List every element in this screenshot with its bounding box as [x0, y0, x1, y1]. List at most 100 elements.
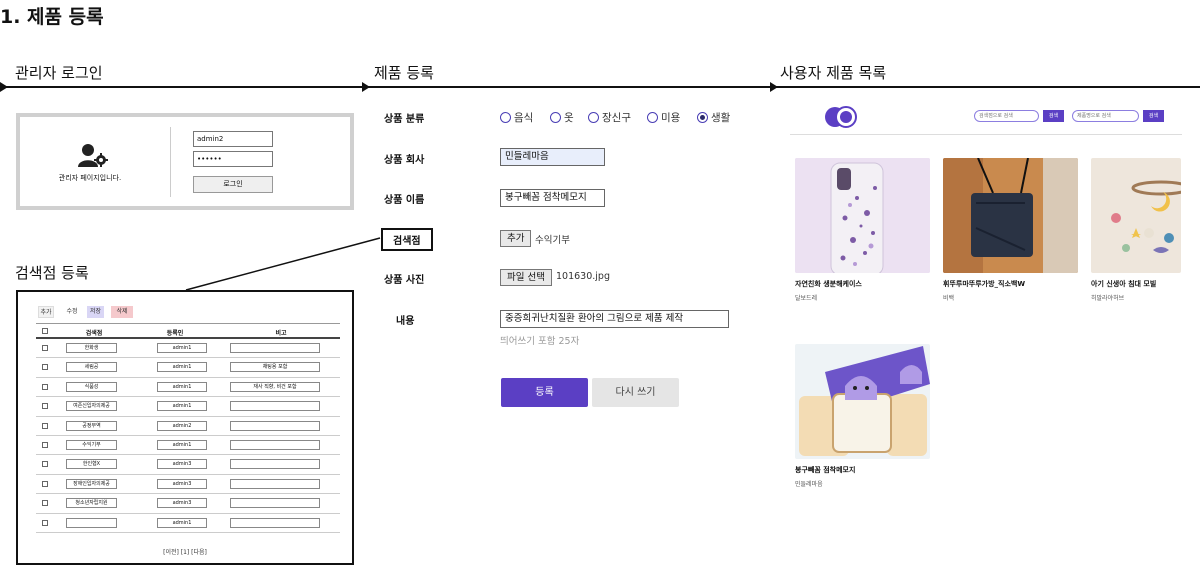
company-input[interactable]: 민들레마음: [500, 148, 605, 166]
admin-password-field[interactable]: ••••••: [193, 151, 273, 167]
label-content: 내용: [396, 316, 415, 327]
table-row: 한화생 admin1: [36, 339, 340, 359]
table-row: 세림공 admin1 채팅용 포함: [36, 358, 340, 378]
row-store-input[interactable]: 한화생: [66, 343, 117, 353]
product-search-button[interactable]: 검색: [1143, 110, 1164, 122]
row-checkbox[interactable]: [42, 364, 48, 371]
row-store-input[interactable]: [66, 517, 117, 528]
product-name-input[interactable]: 봉구빼꼼 점착메모지: [500, 189, 605, 207]
row-registrant-input[interactable]: admin1: [157, 401, 207, 412]
product-search-input[interactable]: 제품명으로 검색: [1072, 110, 1139, 122]
label-name: 상품 이름: [384, 195, 425, 206]
header-divider: [790, 134, 1182, 135]
row-registrant-input[interactable]: admin1: [157, 517, 207, 528]
brand-logo-icon[interactable]: [824, 106, 858, 128]
row-note-input[interactable]: [230, 459, 320, 470]
reset-button[interactable]: 다시 쓰기: [592, 378, 679, 407]
submit-button[interactable]: 등록: [501, 378, 588, 407]
product-name-2[interactable]: 휘뚜루마뚜루가방_직소백W: [943, 279, 1025, 289]
row-registrant-input[interactable]: admin1: [157, 343, 207, 353]
radio-living-label: 생활: [711, 112, 731, 124]
store-search-button[interactable]: 검색: [1043, 110, 1064, 122]
row-registrant-input[interactable]: admin3: [157, 459, 207, 470]
row-store-input[interactable]: 공정무역: [66, 420, 117, 431]
store-register-panel: 추가 수정 저장 삭제 검색점 등록인 비고 한화생 admin1 세림공 admin…: [16, 290, 354, 565]
table-row: 식품성 admin1 재사 직향, 비건 포함: [36, 378, 340, 398]
radio-food-circle[interactable]: [500, 112, 511, 123]
radio-beauty[interactable]: 미용: [647, 110, 680, 125]
row-checkbox[interactable]: [42, 480, 48, 487]
row-store-input[interactable]: 장애인입자의제공: [66, 478, 117, 489]
row-note-input[interactable]: 채팅용 포함: [230, 362, 320, 373]
row-note-input[interactable]: [230, 439, 320, 450]
section-label-user-products: 사용자 제품 목록: [780, 64, 887, 82]
admin-id-field[interactable]: admin2: [193, 131, 273, 147]
radio-living-circle[interactable]: [697, 112, 708, 123]
phone-case-image: [795, 158, 930, 273]
row-registrant-input[interactable]: admin3: [157, 498, 207, 509]
row-checkbox[interactable]: [42, 422, 48, 429]
product-name-1[interactable]: 자연친화 생분해케이스: [795, 279, 862, 289]
store-delete-button[interactable]: 삭제: [111, 306, 133, 318]
radio-clothes[interactable]: 옷: [550, 110, 574, 125]
row-note-input[interactable]: [230, 517, 320, 528]
row-note-input[interactable]: 재사 직향, 비건 포함: [230, 381, 320, 392]
login-button[interactable]: 로그인: [193, 176, 273, 193]
content-input[interactable]: 중증희귀난치질환 환아의 그림으로 제품 제작: [500, 310, 729, 328]
radio-beauty-circle[interactable]: [647, 112, 658, 123]
row-store-input[interactable]: 수익기부: [66, 439, 117, 450]
row-store-input[interactable]: 세림공: [66, 362, 117, 373]
row-store-input[interactable]: 한인협X: [66, 459, 117, 470]
row-note-input[interactable]: [230, 498, 320, 509]
row-note-input[interactable]: [230, 343, 320, 353]
section-label-product-register: 제품 등록: [374, 64, 434, 82]
radio-accessory[interactable]: 장신구: [588, 110, 631, 125]
radio-clothes-label: 옷: [564, 112, 574, 124]
radio-food[interactable]: 음식: [500, 110, 533, 125]
product-name-3[interactable]: 아기 신생아 침대 모빌: [1091, 279, 1156, 289]
store-add-button[interactable]: 추가: [38, 306, 54, 318]
table-row: 장애인입자의제공 admin3: [36, 475, 340, 495]
row-registrant-input[interactable]: admin1: [157, 381, 207, 392]
sticky-memo-image: [795, 344, 930, 459]
label-category: 상품 분류: [384, 114, 425, 125]
product-image-bag[interactable]: [943, 158, 1078, 273]
section-label-store-register: 검색점 등록: [15, 264, 89, 282]
store-add-select-button[interactable]: 추가: [500, 230, 532, 247]
radio-accessory-circle[interactable]: [588, 112, 599, 123]
row-checkbox[interactable]: [42, 441, 48, 448]
product-maker-1: 달보드레: [795, 295, 818, 302]
row-checkbox[interactable]: [42, 519, 48, 526]
radio-clothes-circle[interactable]: [550, 112, 561, 123]
row-registrant-input[interactable]: admin1: [157, 439, 207, 450]
row-registrant-input[interactable]: admin1: [157, 362, 207, 373]
flow-arrow-1: [0, 82, 8, 92]
product-maker-4: 민들레마음: [795, 481, 823, 488]
row-store-input[interactable]: 청소년자립지원: [66, 498, 117, 509]
row-checkbox[interactable]: [42, 500, 48, 507]
product-image-sticky-memo[interactable]: [795, 344, 930, 459]
row-registrant-input[interactable]: admin2: [157, 420, 207, 431]
mobile-image: [1091, 158, 1181, 273]
row-checkbox[interactable]: [42, 403, 48, 410]
product-maker-2: 비백: [943, 295, 955, 302]
store-pagination[interactable]: [이전] [1] [다음]: [18, 547, 352, 556]
select-all-checkbox[interactable]: [42, 328, 48, 334]
row-note-input[interactable]: [230, 401, 320, 412]
row-store-input[interactable]: 식품성: [66, 381, 117, 392]
radio-living[interactable]: 생활: [697, 110, 730, 125]
store-search-input[interactable]: 검색점으로 검색: [974, 110, 1039, 122]
file-select-button[interactable]: 파일 선택: [500, 269, 552, 286]
row-note-input[interactable]: [230, 420, 320, 431]
product-name-4[interactable]: 봉구빼꼼 점착메모지: [795, 465, 855, 475]
store-save-button[interactable]: 저장: [87, 306, 104, 318]
product-image-mobile[interactable]: [1091, 158, 1181, 273]
row-note-input[interactable]: [230, 478, 320, 489]
store-edit-button[interactable]: 수정: [64, 306, 80, 318]
row-registrant-input[interactable]: admin3: [157, 478, 207, 489]
row-checkbox[interactable]: [42, 345, 48, 351]
row-checkbox[interactable]: [42, 461, 48, 468]
row-checkbox[interactable]: [42, 383, 48, 390]
product-image-phone-case[interactable]: [795, 158, 930, 273]
row-store-input[interactable]: 여존신입자의제공: [66, 401, 117, 412]
